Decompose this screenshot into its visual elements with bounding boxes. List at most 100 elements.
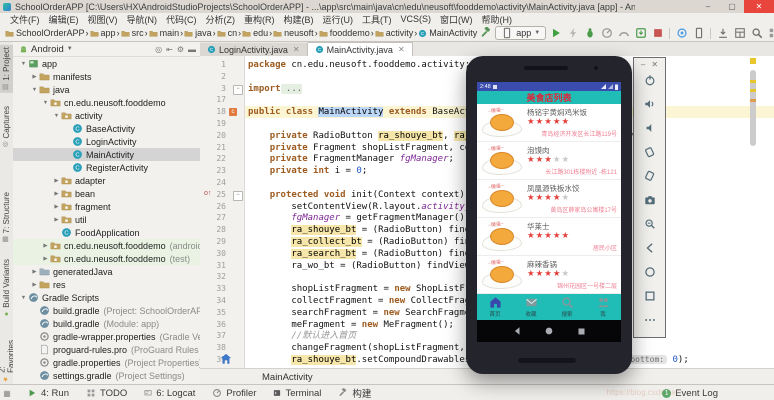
- menu-item[interactable]: 文件(F): [6, 13, 44, 26]
- editor-tab-loginactivity-java[interactable]: C LoginActivity.java ✕: [200, 43, 308, 56]
- hide-panel-icon[interactable]: ▬: [188, 45, 196, 54]
- tree-item-util[interactable]: ▶ util: [13, 213, 200, 226]
- breadcrumb-item-src[interactable]: src: [120, 28, 145, 38]
- editor-tab-mainactivity-java[interactable]: C MainActivity.java ✕: [307, 42, 413, 56]
- emulator-overview-icon[interactable]: [634, 290, 665, 302]
- tree-item-bean[interactable]: ▶ bean: [13, 187, 200, 200]
- breadcrumb-item-edu[interactable]: edu: [241, 28, 269, 38]
- menu-item[interactable]: 重构(R): [240, 13, 279, 26]
- emulator-zoom-icon[interactable]: [634, 218, 665, 230]
- tool-strip-project[interactable]: ▤ 1: Project: [0, 45, 13, 93]
- tree-chevron[interactable]: ▼: [19, 295, 28, 301]
- menu-item[interactable]: 视图(V): [84, 13, 122, 26]
- profiler-icon[interactable]: [616, 26, 631, 40]
- tree-item-res[interactable]: ▶ res: [13, 278, 200, 291]
- nav-back-icon[interactable]: [512, 326, 522, 336]
- tree-chevron[interactable]: ▼: [30, 87, 39, 93]
- breadcrumb-item-cn[interactable]: cn: [216, 28, 239, 38]
- tree-item-gradle-wrapper-properties[interactable]: gradle-wrapper.properties(Gradle Version…: [13, 330, 200, 343]
- breadcrumb-item-activity[interactable]: activity: [374, 28, 415, 38]
- emulator-power-icon[interactable]: [634, 74, 665, 86]
- emulator-minimize-button[interactable]: –: [641, 60, 645, 69]
- fold-marker[interactable]: −: [233, 190, 243, 201]
- tree-chevron[interactable]: ▶: [30, 269, 39, 275]
- tree-item-proguard-rules-pro[interactable]: proguard-rules.pro(ProGuard Rules for ap…: [13, 343, 200, 356]
- shop-list-item[interactable]: ~懒蛋~ 泡馍肉 ★★★★★ 长江路301栋楼附近 -栋121: [477, 142, 621, 180]
- project-view-selector[interactable]: Android: [31, 44, 64, 55]
- breadcrumb-main-activity[interactable]: MainActivity: [200, 372, 313, 383]
- tool-strip-structure[interactable]: ▦ 7: Structure: [0, 190, 13, 245]
- minimize-button[interactable]: –: [696, 0, 720, 13]
- bottom-nav-search[interactable]: 搜索: [549, 294, 585, 320]
- emulator-volume-up-icon[interactable]: [634, 98, 665, 110]
- profile-icon[interactable]: [599, 26, 614, 40]
- statusbar-item-profiler[interactable]: Profiler: [211, 386, 256, 400]
- tree-item-app[interactable]: ▼ app: [13, 57, 200, 70]
- tree-chevron[interactable]: ▶: [52, 204, 61, 210]
- menu-item[interactable]: 帮助(H): [478, 13, 517, 26]
- tree-chevron[interactable]: ▶: [41, 256, 50, 262]
- menu-item[interactable]: 编辑(E): [45, 13, 83, 26]
- statusbar-item-run[interactable]: 4: Run: [26, 386, 69, 400]
- emulator-more-icon[interactable]: [634, 314, 665, 326]
- tree-item-loginactivity[interactable]: C LoginActivity: [13, 135, 200, 148]
- menu-item[interactable]: VCS(S): [397, 14, 436, 24]
- tab-close-icon[interactable]: ✕: [293, 45, 300, 54]
- statusbar-item-logcat[interactable]: 6: Logcat: [143, 386, 195, 400]
- override-gutter-icon[interactable]: o↑: [204, 190, 211, 197]
- statusbar-item-build[interactable]: 构建: [337, 386, 371, 400]
- tree-item-foodapplication[interactable]: C FoodApplication: [13, 226, 200, 239]
- nav-home-icon[interactable]: [544, 326, 554, 336]
- tree-item-cn-edu-neusoft-fooddemo[interactable]: ▶ cn.edu.neusoft.fooddemo(androidTest): [13, 239, 200, 252]
- apply-changes-icon[interactable]: [565, 26, 580, 40]
- tree-item-settings-gradle[interactable]: settings.gradle (Project Settings): [13, 369, 200, 382]
- emulator-home-icon[interactable]: [634, 266, 665, 278]
- tree-chevron[interactable]: ▼: [41, 100, 50, 106]
- tree-item-build-gradle[interactable]: build.gradle (Module: app): [13, 317, 200, 330]
- tree-item-registeractivity[interactable]: C RegisterActivity: [13, 161, 200, 174]
- breadcrumb-item-mainactivity[interactable]: C MainActivity: [417, 28, 478, 38]
- menu-item[interactable]: 窗口(W): [436, 13, 477, 26]
- tree-chevron[interactable]: ▶: [30, 74, 39, 80]
- locate-icon[interactable]: ◎: [155, 45, 162, 54]
- emulator-close-button[interactable]: ✕: [651, 60, 658, 69]
- run-configuration-selector[interactable]: app ▼: [495, 26, 547, 40]
- tree-chevron[interactable]: ▶: [30, 282, 39, 288]
- shop-list-item[interactable]: ~懒蛋~ 麻辣香锅 ★★★★★ 锦州花园区一号楼二层: [477, 256, 621, 294]
- menu-item[interactable]: 工具(T): [358, 13, 396, 26]
- tool-strip-captures[interactable]: ◎ Captures: [0, 104, 13, 150]
- tree-item-cn-edu-neusoft-fooddemo[interactable]: ▼ cn.edu.neusoft.fooddemo: [13, 96, 200, 109]
- shop-list-item[interactable]: ~懒蛋~ 杨铭宇黄焖鸡米饭 ★★★★★ 青岛经济开发区长江路119号: [477, 104, 621, 142]
- tab-close-icon[interactable]: ✕: [398, 45, 405, 54]
- breadcrumb-item-main[interactable]: main: [148, 28, 181, 38]
- class-gutter-icon[interactable]: c: [229, 108, 237, 117]
- tree-chevron[interactable]: ▼: [52, 113, 61, 119]
- tree-item-activity[interactable]: ▼ activity: [13, 109, 200, 122]
- menu-item[interactable]: 分析(Z): [202, 13, 240, 26]
- bottom-nav-people[interactable]: 我: [585, 294, 621, 320]
- tool-strip-favorites[interactable]: ★ 2: Favorites: [0, 338, 16, 385]
- sdk-manager-icon[interactable]: [715, 26, 730, 40]
- tree-item-generatedjava[interactable]: ▶ generatedJava: [13, 265, 200, 278]
- fold-marker[interactable]: −: [233, 84, 243, 95]
- statusbar-item-terminal[interactable]: Terminal: [272, 386, 321, 400]
- run-icon[interactable]: [548, 26, 563, 40]
- make-project-icon[interactable]: [478, 26, 493, 40]
- maximize-button[interactable]: ▢: [720, 0, 744, 13]
- breadcrumb-item-neusoft[interactable]: neusoft: [272, 28, 315, 38]
- device-file-explorer-icon[interactable]: [732, 26, 747, 40]
- tree-chevron[interactable]: ▶: [52, 178, 61, 184]
- editor-scrollbar[interactable]: [749, 58, 757, 364]
- tool-strip-variants[interactable]: ● Build Variants: [0, 257, 13, 319]
- emulator-rotate-right-icon[interactable]: [634, 170, 665, 182]
- event-log-label[interactable]: Event Log: [675, 388, 718, 399]
- tree-chevron[interactable]: ▼: [19, 61, 28, 67]
- project-structure-icon[interactable]: [766, 26, 774, 40]
- breadcrumb-item-app[interactable]: app: [89, 28, 117, 38]
- close-button[interactable]: ✕: [744, 0, 774, 13]
- emulator-volume-down-icon[interactable]: [634, 122, 665, 134]
- menu-item[interactable]: 导航(N): [123, 13, 162, 26]
- menu-item[interactable]: 运行(U): [319, 13, 358, 26]
- tree-item-fragment[interactable]: ▶ fragment: [13, 200, 200, 213]
- menu-item[interactable]: 代码(C): [162, 13, 201, 26]
